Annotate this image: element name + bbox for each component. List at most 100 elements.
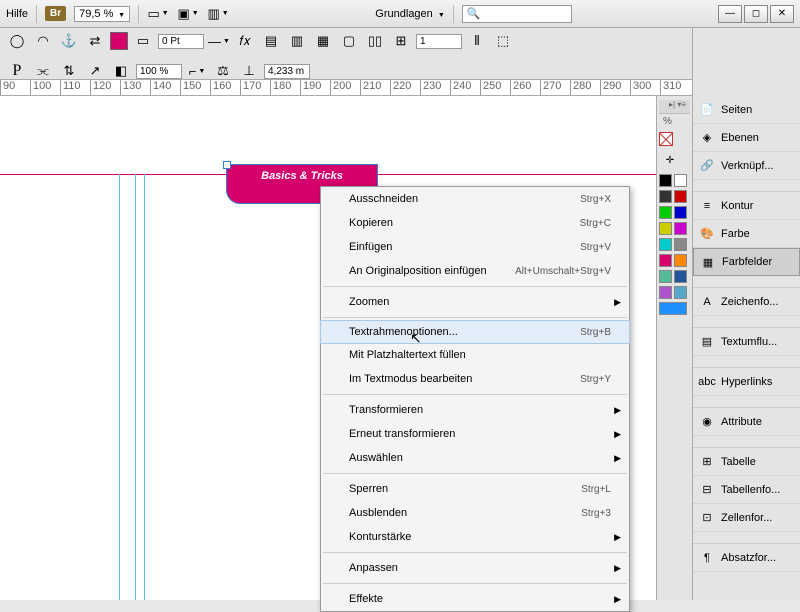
panel-item[interactable]: ⊟Tabellenfo... [693, 476, 800, 504]
menu-item[interactable]: EinfügenStrg+V [321, 235, 629, 259]
panel-item[interactable]: ▦Farbfelder [693, 248, 800, 276]
gradient-icon[interactable]: ◧ [110, 60, 132, 82]
view-options-icon[interactable]: ▭▼ [147, 3, 169, 25]
menu-item[interactable]: Textrahmenoptionen...Strg+B [320, 320, 630, 344]
menu-item[interactable]: Effekte▶ [321, 587, 629, 611]
color-swatch[interactable] [659, 174, 672, 187]
panel-header[interactable]: ▸| ▾≡ [659, 100, 690, 114]
anchor-icon[interactable]: ⚓ [58, 30, 80, 52]
panel-item[interactable]: 🎨Farbe [693, 220, 800, 248]
menu-bar: Hilfe Br 79,5 % ▼ ▭▼ ▣▼ ▥▼ Grundlagen ▼ … [0, 0, 800, 28]
align-center-icon[interactable]: ▥ [286, 30, 308, 52]
panel-icon: ⊞ [699, 454, 715, 470]
ellipse-icon[interactable]: ◯ [6, 30, 28, 52]
registration-icon[interactable]: ✛ [659, 149, 681, 171]
panel-item[interactable]: 🔗Verknüpf... [693, 152, 800, 180]
link-icon[interactable]: ⫘ [32, 60, 54, 82]
close-button[interactable]: ✕ [770, 5, 794, 23]
corner-icon[interactable]: ⌐▼ [186, 60, 208, 82]
panel-item[interactable]: ⊡Zellenfor... [693, 504, 800, 532]
menu-item[interactable]: Zoomen▶ [321, 290, 629, 314]
help-menu[interactable]: Hilfe [6, 8, 28, 20]
menu-item[interactable]: AusblendenStrg+3 [321, 501, 629, 525]
fill-swatch[interactable] [110, 32, 128, 50]
menu-item[interactable]: Anpassen▶ [321, 556, 629, 580]
color-swatch[interactable] [674, 222, 687, 235]
color-swatch[interactable] [659, 222, 672, 235]
panel-item[interactable]: ¶Absatzfor... [693, 544, 800, 572]
panel-item[interactable]: ▤Textumflu... [693, 328, 800, 356]
panel-item[interactable]: 📄Seiten [693, 96, 800, 124]
color-swatch[interactable] [674, 238, 687, 251]
arc-icon[interactable]: ◠ [32, 30, 54, 52]
align-left-icon[interactable]: ▤ [260, 30, 282, 52]
minimize-button[interactable]: — [718, 5, 742, 23]
panel-icon: 🔗 [699, 158, 715, 174]
panel-item[interactable]: AZeichenfo... [693, 288, 800, 316]
menu-item[interactable]: Transformieren▶ [321, 398, 629, 422]
color-swatch[interactable] [674, 254, 687, 267]
guide[interactable] [144, 174, 145, 600]
color-swatch[interactable] [674, 270, 687, 283]
measure-field[interactable]: 4,233 m [264, 64, 310, 79]
panel-label: Tabellenfo... [721, 484, 780, 496]
panel-icon: ▤ [699, 334, 715, 350]
panel-item[interactable]: ⊞Tabelle [693, 448, 800, 476]
menu-item[interactable]: SperrenStrg+L [321, 477, 629, 501]
color-swatch[interactable] [659, 238, 672, 251]
menu-item[interactable]: Erneut transformieren▶ [321, 422, 629, 446]
balance-icon[interactable]: ⚖ [212, 60, 234, 82]
menu-item-label: Mit Platzhaltertext füllen [349, 349, 466, 361]
color-swatch[interactable] [659, 270, 672, 283]
workspace-label[interactable]: Grundlagen ▼ [375, 8, 445, 20]
color-swatch[interactable] [674, 286, 687, 299]
color-swatch[interactable] [674, 174, 687, 187]
panel-item[interactable]: ◉Attribute [693, 408, 800, 436]
guide[interactable] [119, 174, 120, 600]
wrap-icon[interactable]: ▦ [312, 30, 334, 52]
search-input[interactable]: 🔍 [462, 5, 572, 23]
ruler-tick: 220 [390, 80, 411, 96]
menu-item[interactable]: AusschneidenStrg+X [321, 187, 629, 211]
count-field[interactable]: 1 [416, 34, 462, 49]
color-swatch[interactable] [659, 206, 672, 219]
grid-icon[interactable]: ⊞ [390, 30, 412, 52]
panel-item[interactable]: ◈Ebenen [693, 124, 800, 152]
menu-item[interactable]: An Originalposition einfügenAlt+Umschalt… [321, 259, 629, 283]
text-frame-icon[interactable]: ▢ [338, 30, 360, 52]
menu-item[interactable]: Auswählen▶ [321, 446, 629, 470]
color-swatch[interactable] [659, 286, 672, 299]
guide[interactable] [135, 174, 136, 600]
panel-label: Seiten [721, 104, 752, 116]
arrange-icon[interactable]: ▥▼ [207, 3, 229, 25]
menu-item[interactable]: Im Textmodus bearbeitenStrg+Y [321, 367, 629, 391]
columns-icon[interactable]: ▯▯ [364, 30, 386, 52]
bridge-badge[interactable]: Br [45, 6, 66, 21]
color-swatch[interactable] [674, 190, 687, 203]
none-swatch[interactable] [659, 132, 673, 146]
stroke-type-icon[interactable]: ▭ [132, 30, 154, 52]
flip-v-icon[interactable]: ⇅ [58, 60, 80, 82]
type-icon[interactable]: P [6, 60, 28, 82]
menu-item[interactable]: Konturstärke▶ [321, 525, 629, 549]
selected-swatch[interactable] [659, 302, 687, 315]
menu-item[interactable]: KopierenStrg+C [321, 211, 629, 235]
baseline-icon[interactable]: ⊥ [238, 60, 260, 82]
panel-item[interactable]: ≡Kontur [693, 192, 800, 220]
distribute-icon[interactable]: ⫴ [466, 30, 488, 52]
color-swatch[interactable] [674, 206, 687, 219]
maximize-button[interactable]: ◻ [744, 5, 768, 23]
line-style-icon[interactable]: —▼ [208, 30, 230, 52]
arrow-icon[interactable]: ↗ [84, 60, 106, 82]
crop-icon[interactable]: ⬚ [492, 30, 514, 52]
screen-mode-icon[interactable]: ▣▼ [177, 3, 199, 25]
color-swatch[interactable] [659, 190, 672, 203]
menu-item[interactable]: Mit Platzhaltertext füllen [321, 343, 629, 367]
fx-icon[interactable]: 𝑓𝑥 [234, 30, 256, 52]
stroke-weight-field[interactable]: 0 Pt [158, 34, 204, 49]
scale-field[interactable]: 100 % [136, 64, 182, 79]
flip-h-icon[interactable]: ⇄ [84, 30, 106, 52]
zoom-level[interactable]: 79,5 % ▼ [74, 6, 130, 22]
color-swatch[interactable] [659, 254, 672, 267]
panel-item[interactable]: abcHyperlinks [693, 368, 800, 396]
